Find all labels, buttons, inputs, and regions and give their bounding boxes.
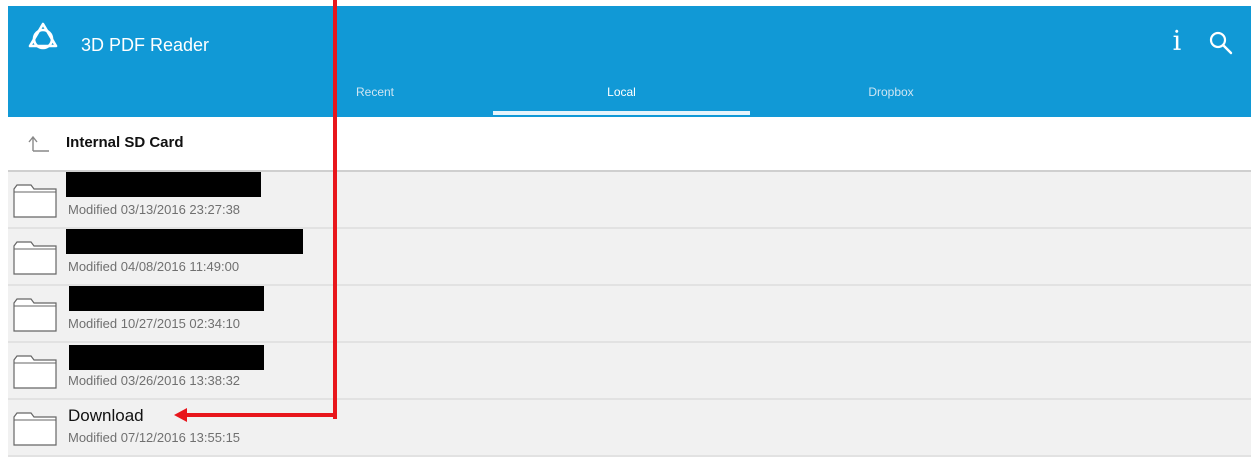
folder-icon bbox=[13, 184, 57, 218]
list-item[interactable]: Modified 03/26/2016 13:38:32 bbox=[8, 343, 1251, 400]
modified-date: Modified 03/13/2016 23:27:38 bbox=[68, 202, 241, 217]
info-icon[interactable]: i bbox=[1165, 24, 1189, 60]
folder-icon bbox=[13, 298, 57, 332]
annotation-line-horizontal bbox=[186, 413, 337, 417]
modified-date: Modified 07/12/2016 13:55:15 bbox=[68, 430, 241, 445]
list-item[interactable]: Download Modified 07/12/2016 13:55:15 bbox=[8, 400, 1251, 457]
file-name: Download bbox=[68, 406, 144, 425]
redacted-file-name bbox=[69, 286, 264, 311]
tab-dropbox[interactable]: Dropbox bbox=[788, 74, 994, 111]
list-item[interactable]: Modified 10/27/2015 02:34:10 bbox=[8, 286, 1251, 343]
tab-recent[interactable]: Recent bbox=[302, 74, 448, 111]
folder-icon bbox=[13, 241, 57, 275]
redacted-file-name bbox=[66, 229, 303, 254]
modified-date: Modified 10/27/2015 02:34:10 bbox=[68, 316, 241, 331]
tab-local[interactable]: Local bbox=[493, 74, 750, 111]
annotation-line-vertical bbox=[333, 0, 337, 419]
active-tab-indicator bbox=[493, 111, 750, 115]
path-bar: Internal SD Card bbox=[8, 117, 1251, 172]
redacted-file-name bbox=[66, 172, 261, 197]
folder-icon bbox=[13, 355, 57, 389]
search-icon[interactable] bbox=[1208, 30, 1234, 56]
modified-date: Modified 04/08/2016 11:49:00 bbox=[68, 259, 240, 274]
up-arrow-icon[interactable] bbox=[28, 136, 50, 152]
path-label: Internal SD Card bbox=[66, 134, 184, 151]
list-item[interactable]: Modified 03/13/2016 23:27:38 bbox=[8, 172, 1251, 229]
modified-date: Modified 03/26/2016 13:38:32 bbox=[68, 373, 241, 388]
app-logo-icon bbox=[28, 22, 58, 50]
folder-icon bbox=[13, 412, 57, 446]
app-title: 3D PDF Reader bbox=[81, 35, 210, 55]
list-item[interactable]: Modified 04/08/2016 11:49:00 bbox=[8, 229, 1251, 286]
annotation-arrow-head bbox=[174, 408, 187, 422]
redacted-file-name bbox=[69, 345, 264, 370]
